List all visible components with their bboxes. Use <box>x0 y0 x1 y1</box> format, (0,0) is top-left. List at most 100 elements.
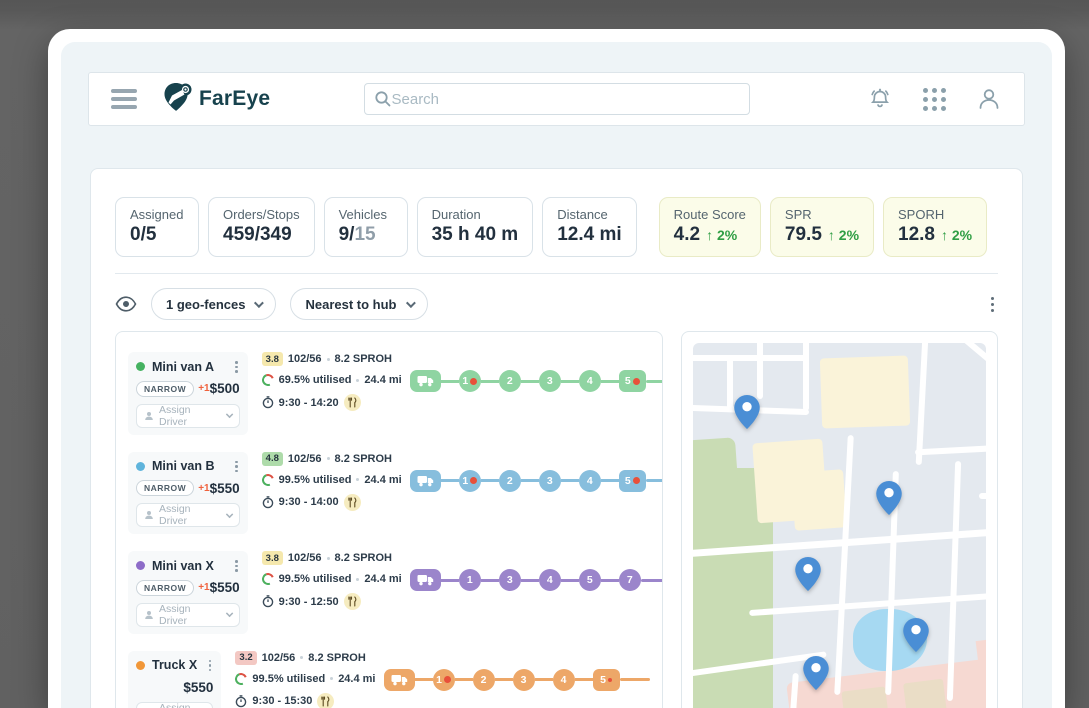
route-stop[interactable]: 2 <box>498 370 521 392</box>
notifications-bell-icon[interactable] <box>867 86 893 112</box>
landmark-area <box>819 355 910 429</box>
route-stop[interactable]: 4 <box>578 370 601 392</box>
chevron-down-icon <box>225 609 233 618</box>
vehicle-tag: NARROW <box>136 579 195 596</box>
search-box[interactable] <box>363 83 750 115</box>
clock-icon <box>262 595 274 608</box>
utilised-percent: 99.5% utilised <box>278 573 352 585</box>
depot-truck-icon[interactable] <box>383 668 415 691</box>
desktop-backdrop: FarEye Search Assigned 0/5 Orders/Stops … <box>0 0 1089 708</box>
vehicle-kebab-icon[interactable] <box>233 459 240 475</box>
utilisation-arc-icon <box>259 571 276 587</box>
visibility-eye-icon[interactable] <box>115 296 137 312</box>
more-options-kebab-icon[interactable] <box>987 293 998 316</box>
depot-truck-icon[interactable] <box>409 469 441 492</box>
map-canvas[interactable] <box>692 343 986 708</box>
sporh-value: 8.2 SPROH <box>334 552 392 564</box>
street <box>756 343 763 399</box>
app-background: FarEye Search Assigned 0/5 Orders/Stops … <box>61 42 1052 708</box>
route-time-window: 9:30 - 14:00 <box>278 496 339 508</box>
sort-dropdown[interactable]: Nearest to hub <box>290 288 428 320</box>
vehicle-price: $550 <box>209 480 240 496</box>
map-pin[interactable] <box>876 480 902 515</box>
route-stop[interactable]: 3 <box>538 370 561 392</box>
map-pin[interactable] <box>903 617 929 652</box>
route-distance: 24.4 mi <box>338 672 376 685</box>
vehicle-route-list: Mini van A NARROW +1 $500 Assign Driver <box>115 331 663 708</box>
stat-vehicles: Vehicles 9/15 <box>323 197 408 257</box>
trend-up-indicator: ↑ 2% <box>941 227 973 243</box>
route-stop[interactable]: 4 <box>538 569 561 591</box>
sporh-value: 8.2 SPROH <box>334 452 392 465</box>
route-stop[interactable]: 3 <box>512 668 535 691</box>
route-stop[interactable]: 5 <box>592 668 620 691</box>
route-stop[interactable]: 1 <box>458 370 481 392</box>
vehicle-kebab-icon[interactable] <box>233 558 240 574</box>
street <box>950 343 986 377</box>
assign-driver-select[interactable]: Assign Driver <box>136 403 240 428</box>
trend-up-indicator: ↑ 2% <box>827 227 860 243</box>
extra-tags-count[interactable]: +1 <box>198 483 209 494</box>
driver-icon <box>145 511 153 519</box>
map-panel <box>680 331 998 708</box>
route-stop[interactable]: 5 <box>618 370 646 392</box>
vehicle-kebab-icon[interactable] <box>207 658 214 674</box>
chevron-down-icon <box>254 297 265 308</box>
street <box>914 444 986 456</box>
fareye-logo[interactable]: FarEye <box>163 81 270 118</box>
rating-badge: 3.2 <box>235 650 257 665</box>
map-pin[interactable] <box>794 557 821 592</box>
route-stop[interactable]: 3 <box>538 469 561 492</box>
geofence-dropdown[interactable]: 1 geo-fences <box>151 288 277 320</box>
route-stop[interactable]: 3 <box>498 569 521 591</box>
route-stop[interactable]: 1 <box>458 569 481 591</box>
trend-up-indicator: ↑ 2% <box>706 227 738 243</box>
meal-break-icon <box>343 493 361 511</box>
route-stop[interactable]: 5 <box>618 469 646 492</box>
utilised-percent: 99.5% utilised <box>252 672 326 685</box>
extra-tags-count[interactable]: +1 <box>198 582 209 593</box>
vehicle-info-cell: Mini van A NARROW +1 $500 Assign Driver <box>128 352 248 435</box>
driver-icon <box>145 411 153 420</box>
route-timeline: 1 2 3 4 5 <box>402 370 662 392</box>
route-stop[interactable]: 7 <box>618 569 641 591</box>
vehicle-metrics-cell: 3.2 102/56 8.2 SPROH 99.5% utilised 24.4… <box>233 650 376 708</box>
hamburger-menu-icon[interactable] <box>111 85 137 113</box>
route-stop[interactable]: 4 <box>552 668 575 691</box>
vehicle-kebab-icon[interactable] <box>233 359 240 375</box>
depot-truck-icon[interactable] <box>409 569 441 591</box>
depot-truck-icon[interactable] <box>409 370 441 392</box>
vehicle-status-dot <box>136 362 145 372</box>
building-block <box>902 678 947 708</box>
vehicle-price: $500 <box>209 381 240 396</box>
route-stop[interactable]: 1 <box>458 469 481 492</box>
route-time-window: 9:30 - 12:50 <box>278 595 339 608</box>
assign-driver-select[interactable]: Assign Driver <box>136 702 214 708</box>
orders-count: 102/56 <box>287 452 322 465</box>
chevron-down-icon <box>405 297 416 308</box>
route-stop[interactable]: 2 <box>498 469 521 492</box>
stats-bar: Assigned 0/5 Orders/Stops 459/349 Vehicl… <box>115 197 998 257</box>
extra-tags-count[interactable]: +1 <box>198 383 209 394</box>
user-profile-icon[interactable] <box>976 86 1002 112</box>
assign-driver-select[interactable]: Assign Driver <box>136 602 240 627</box>
vehicle-metrics-cell: 4.8 102/56 8.2 SPROH 99.5% utilised 24.4… <box>259 451 402 511</box>
route-stop[interactable]: 5 <box>578 569 601 591</box>
search-icon <box>374 90 392 108</box>
map-pin[interactable] <box>734 394 760 429</box>
rating-badge: 3.8 <box>261 551 283 565</box>
street <box>915 343 928 466</box>
map-pin[interactable] <box>803 656 830 691</box>
route-stop[interactable]: 4 <box>578 469 601 492</box>
route-timeline: 1 2 3 4 5 <box>376 668 650 691</box>
app-header: FarEye <box>88 72 1025 126</box>
assign-driver-select[interactable]: Assign Driver <box>136 503 240 527</box>
search-input[interactable] <box>391 90 740 108</box>
route-stop[interactable]: 1 <box>432 668 455 691</box>
driver-icon <box>145 610 153 619</box>
vehicle-price: $550 <box>209 580 240 595</box>
clock-icon <box>235 694 247 708</box>
route-stop[interactable]: 2 <box>472 668 495 691</box>
vehicle-tag: NARROW <box>136 380 195 397</box>
apps-grid-icon[interactable] <box>923 87 946 111</box>
